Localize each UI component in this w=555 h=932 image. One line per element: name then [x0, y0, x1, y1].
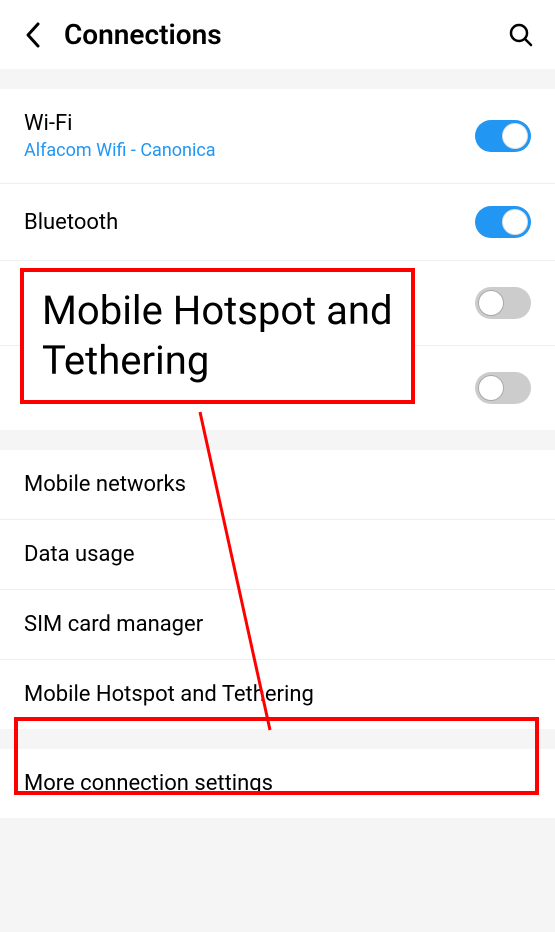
back-icon[interactable]	[20, 22, 46, 48]
row-sim[interactable]: SIM card manager	[0, 590, 555, 660]
wifi-sub: Alfacom Wifi - Canonica	[24, 140, 475, 161]
data-usage-label: Data usage	[24, 542, 135, 567]
row-mobile-networks[interactable]: Mobile networks	[0, 450, 555, 520]
row-bluetooth[interactable]: Bluetooth	[0, 184, 555, 261]
row-hotspot[interactable]: Mobile Hotspot and Tethering	[0, 660, 555, 729]
nfc-toggle[interactable]	[475, 287, 531, 319]
more-label: More connection settings	[24, 771, 273, 796]
wifi-label: Wi-Fi	[24, 111, 475, 136]
airplane-toggle[interactable]	[475, 372, 531, 404]
bluetooth-toggle[interactable]	[475, 206, 531, 238]
annotation-callout: Mobile Hotspot and Tethering	[20, 268, 415, 404]
wifi-toggle[interactable]	[475, 120, 531, 152]
row-wifi[interactable]: Wi-Fi Alfacom Wifi - Canonica	[0, 89, 555, 184]
row-data-usage[interactable]: Data usage	[0, 520, 555, 590]
page-title: Connections	[64, 18, 507, 51]
search-icon[interactable]	[507, 21, 535, 49]
callout-text: Mobile Hotspot and Tethering	[42, 287, 393, 384]
hotspot-label: Mobile Hotspot and Tethering	[24, 682, 314, 707]
row-more[interactable]: More connection settings	[0, 749, 555, 818]
mobile-networks-label: Mobile networks	[24, 472, 186, 497]
section-more: More connection settings	[0, 749, 555, 818]
section-network: Mobile networks Data usage SIM card mana…	[0, 450, 555, 729]
bluetooth-label: Bluetooth	[24, 210, 475, 235]
header: Connections	[0, 0, 555, 69]
sim-label: SIM card manager	[24, 612, 203, 637]
